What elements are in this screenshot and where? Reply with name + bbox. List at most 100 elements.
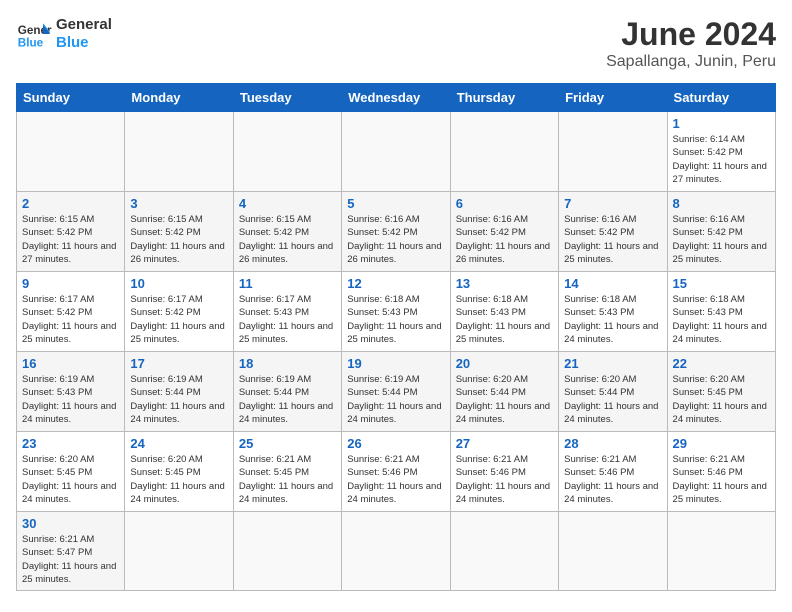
calendar-cell [125,112,233,192]
day-number: 18 [239,356,336,371]
calendar-cell [342,112,450,192]
weekday-header-monday: Monday [125,84,233,112]
day-number: 29 [673,436,770,451]
day-info: Sunrise: 6:20 AMSunset: 5:45 PMDaylight:… [130,453,227,506]
calendar-cell: 14Sunrise: 6:18 AMSunset: 5:43 PMDayligh… [559,272,667,352]
logo-icon: General Blue [16,16,52,52]
day-number: 22 [673,356,770,371]
calendar-cell: 13 Sunrise: 6:18 AMSunset: 5:43 PMDayligh… [450,272,558,352]
calendar-cell: 12Sunrise: 6:18 AMSunset: 5:43 PMDayligh… [342,272,450,352]
day-number: 2 [22,196,119,211]
day-info: Sunrise: 6:17 AMSunset: 5:42 PMDaylight:… [130,293,227,346]
day-info: Sunrise: 6:17 AMSunset: 5:42 PMDaylight:… [22,293,119,346]
calendar-week-5: 23Sunrise: 6:20 AMSunset: 5:45 PMDayligh… [17,432,776,512]
day-number: 16 [22,356,119,371]
day-info: Sunrise: 6:20 AMSunset: 5:45 PMDaylight:… [22,453,119,506]
day-info: Sunrise: 6:19 AMSunset: 5:43 PMDaylight:… [22,373,119,426]
calendar-cell [233,512,341,591]
day-info: Sunrise: 6:17 AMSunset: 5:43 PMDaylight:… [239,293,336,346]
day-info: Sunrise: 6:21 AMSunset: 5:47 PMDaylight:… [22,533,119,586]
title-area: June 2024 Sapallanga, Junin, Peru [606,16,776,71]
calendar-cell: 21 Sunrise: 6:20 AMSunset: 5:44 PMDayligh… [559,352,667,432]
calendar-header: SundayMondayTuesdayWednesdayThursdayFrid… [17,84,776,112]
day-info: Sunrise: 6:20 AMSunset: 5:44 PMDaylight:… [456,373,553,426]
calendar-cell [450,112,558,192]
day-info: Sunrise: 6:16 AMSunset: 5:42 PMDaylight:… [673,213,770,266]
weekday-header-wednesday: Wednesday [342,84,450,112]
day-info: Sunrise: 6:20 AMSunset: 5:44 PMDaylight:… [564,373,661,426]
day-info: Sunrise: 6:21 AMSunset: 5:46 PMDaylight:… [564,453,661,506]
day-number: 3 [130,196,227,211]
day-number: 30 [22,516,119,531]
calendar-cell [125,512,233,591]
day-number: 5 [347,196,444,211]
calendar-cell [559,512,667,591]
calendar-cell: 29Sunrise: 6:21 AMSunset: 5:46 PMDayligh… [667,432,775,512]
header: General Blue General Blue June 2024 Sapa… [16,16,776,71]
month-title: June 2024 [606,16,776,53]
calendar-week-1: 1Sunrise: 6:14 AMSunset: 5:42 PMDaylight… [17,112,776,192]
calendar-cell: 26 Sunrise: 6:21 AMSunset: 5:46 PMDayligh… [342,432,450,512]
calendar-cell: 4 Sunrise: 6:15 AMSunset: 5:42 PMDaylight… [233,192,341,272]
calendar-table: SundayMondayTuesdayWednesdayThursdayFrid… [16,83,776,591]
day-info: Sunrise: 6:20 AMSunset: 5:45 PMDaylight:… [673,373,770,426]
calendar-cell [559,112,667,192]
day-number: 9 [22,276,119,291]
day-number: 7 [564,196,661,211]
calendar-week-3: 9 Sunrise: 6:17 AMSunset: 5:42 PMDaylight… [17,272,776,352]
calendar-cell: 23Sunrise: 6:20 AMSunset: 5:45 PMDayligh… [17,432,125,512]
day-info: Sunrise: 6:19 AMSunset: 5:44 PMDaylight:… [239,373,336,426]
calendar-cell: 6 Sunrise: 6:16 AMSunset: 5:42 PMDaylight… [450,192,558,272]
weekday-header-tuesday: Tuesday [233,84,341,112]
calendar-cell: 25Sunrise: 6:21 AMSunset: 5:45 PMDayligh… [233,432,341,512]
day-number: 13 [456,276,553,291]
calendar-week-4: 16 Sunrise: 6:19 AMSunset: 5:43 PMDayligh… [17,352,776,432]
calendar-cell: 5 Sunrise: 6:16 AMSunset: 5:42 PMDaylight… [342,192,450,272]
calendar-cell: 28Sunrise: 6:21 AMSunset: 5:46 PMDayligh… [559,432,667,512]
calendar-cell: 18 Sunrise: 6:19 AMSunset: 5:44 PMDayligh… [233,352,341,432]
day-info: Sunrise: 6:16 AMSunset: 5:42 PMDaylight:… [347,213,444,266]
logo-general-text: General [56,16,112,34]
day-number: 24 [130,436,227,451]
weekday-header-thursday: Thursday [450,84,558,112]
day-number: 26 [347,436,444,451]
weekday-header-saturday: Saturday [667,84,775,112]
day-number: 4 [239,196,336,211]
day-number: 14 [564,276,661,291]
day-info: Sunrise: 6:15 AMSunset: 5:42 PMDaylight:… [130,213,227,266]
day-info: Sunrise: 6:16 AMSunset: 5:42 PMDaylight:… [456,213,553,266]
day-number: 25 [239,436,336,451]
day-number: 21 [564,356,661,371]
calendar-cell: 19Sunrise: 6:19 AMSunset: 5:44 PMDayligh… [342,352,450,432]
day-info: Sunrise: 6:18 AMSunset: 5:43 PMDaylight:… [347,293,444,346]
calendar-body: 1Sunrise: 6:14 AMSunset: 5:42 PMDaylight… [17,112,776,591]
calendar-cell: 30 Sunrise: 6:21 AMSunset: 5:47 PMDayligh… [17,512,125,591]
day-info: Sunrise: 6:19 AMSunset: 5:44 PMDaylight:… [130,373,227,426]
weekday-header-sunday: Sunday [17,84,125,112]
day-number: 6 [456,196,553,211]
day-number: 8 [673,196,770,211]
logo-blue-text: Blue [56,34,112,52]
logo: General Blue General Blue [16,16,112,52]
svg-text:Blue: Blue [18,37,44,50]
day-info: Sunrise: 6:21 AMSunset: 5:46 PMDaylight:… [347,453,444,506]
calendar-cell: 11 Sunrise: 6:17 AMSunset: 5:43 PMDayligh… [233,272,341,352]
day-number: 10 [130,276,227,291]
day-info: Sunrise: 6:18 AMSunset: 5:43 PMDaylight:… [456,293,553,346]
day-number: 19 [347,356,444,371]
day-info: Sunrise: 6:15 AMSunset: 5:42 PMDaylight:… [239,213,336,266]
day-info: Sunrise: 6:21 AMSunset: 5:46 PMDaylight:… [456,453,553,506]
calendar-cell [342,512,450,591]
calendar-cell [17,112,125,192]
day-number: 17 [130,356,227,371]
weekday-header-friday: Friday [559,84,667,112]
calendar-cell: 8 Sunrise: 6:16 AMSunset: 5:42 PMDaylight… [667,192,775,272]
day-info: Sunrise: 6:18 AMSunset: 5:43 PMDaylight:… [673,293,770,346]
day-info: Sunrise: 6:16 AMSunset: 5:42 PMDaylight:… [564,213,661,266]
day-info: Sunrise: 6:15 AMSunset: 5:42 PMDaylight:… [22,213,119,266]
calendar-cell: 2 Sunrise: 6:15 AMSunset: 5:42 PMDaylight… [17,192,125,272]
calendar-cell: 17 Sunrise: 6:19 AMSunset: 5:44 PMDayligh… [125,352,233,432]
day-number: 11 [239,276,336,291]
calendar-cell: 22 Sunrise: 6:20 AMSunset: 5:45 PMDayligh… [667,352,775,432]
location-subtitle: Sapallanga, Junin, Peru [606,53,776,71]
